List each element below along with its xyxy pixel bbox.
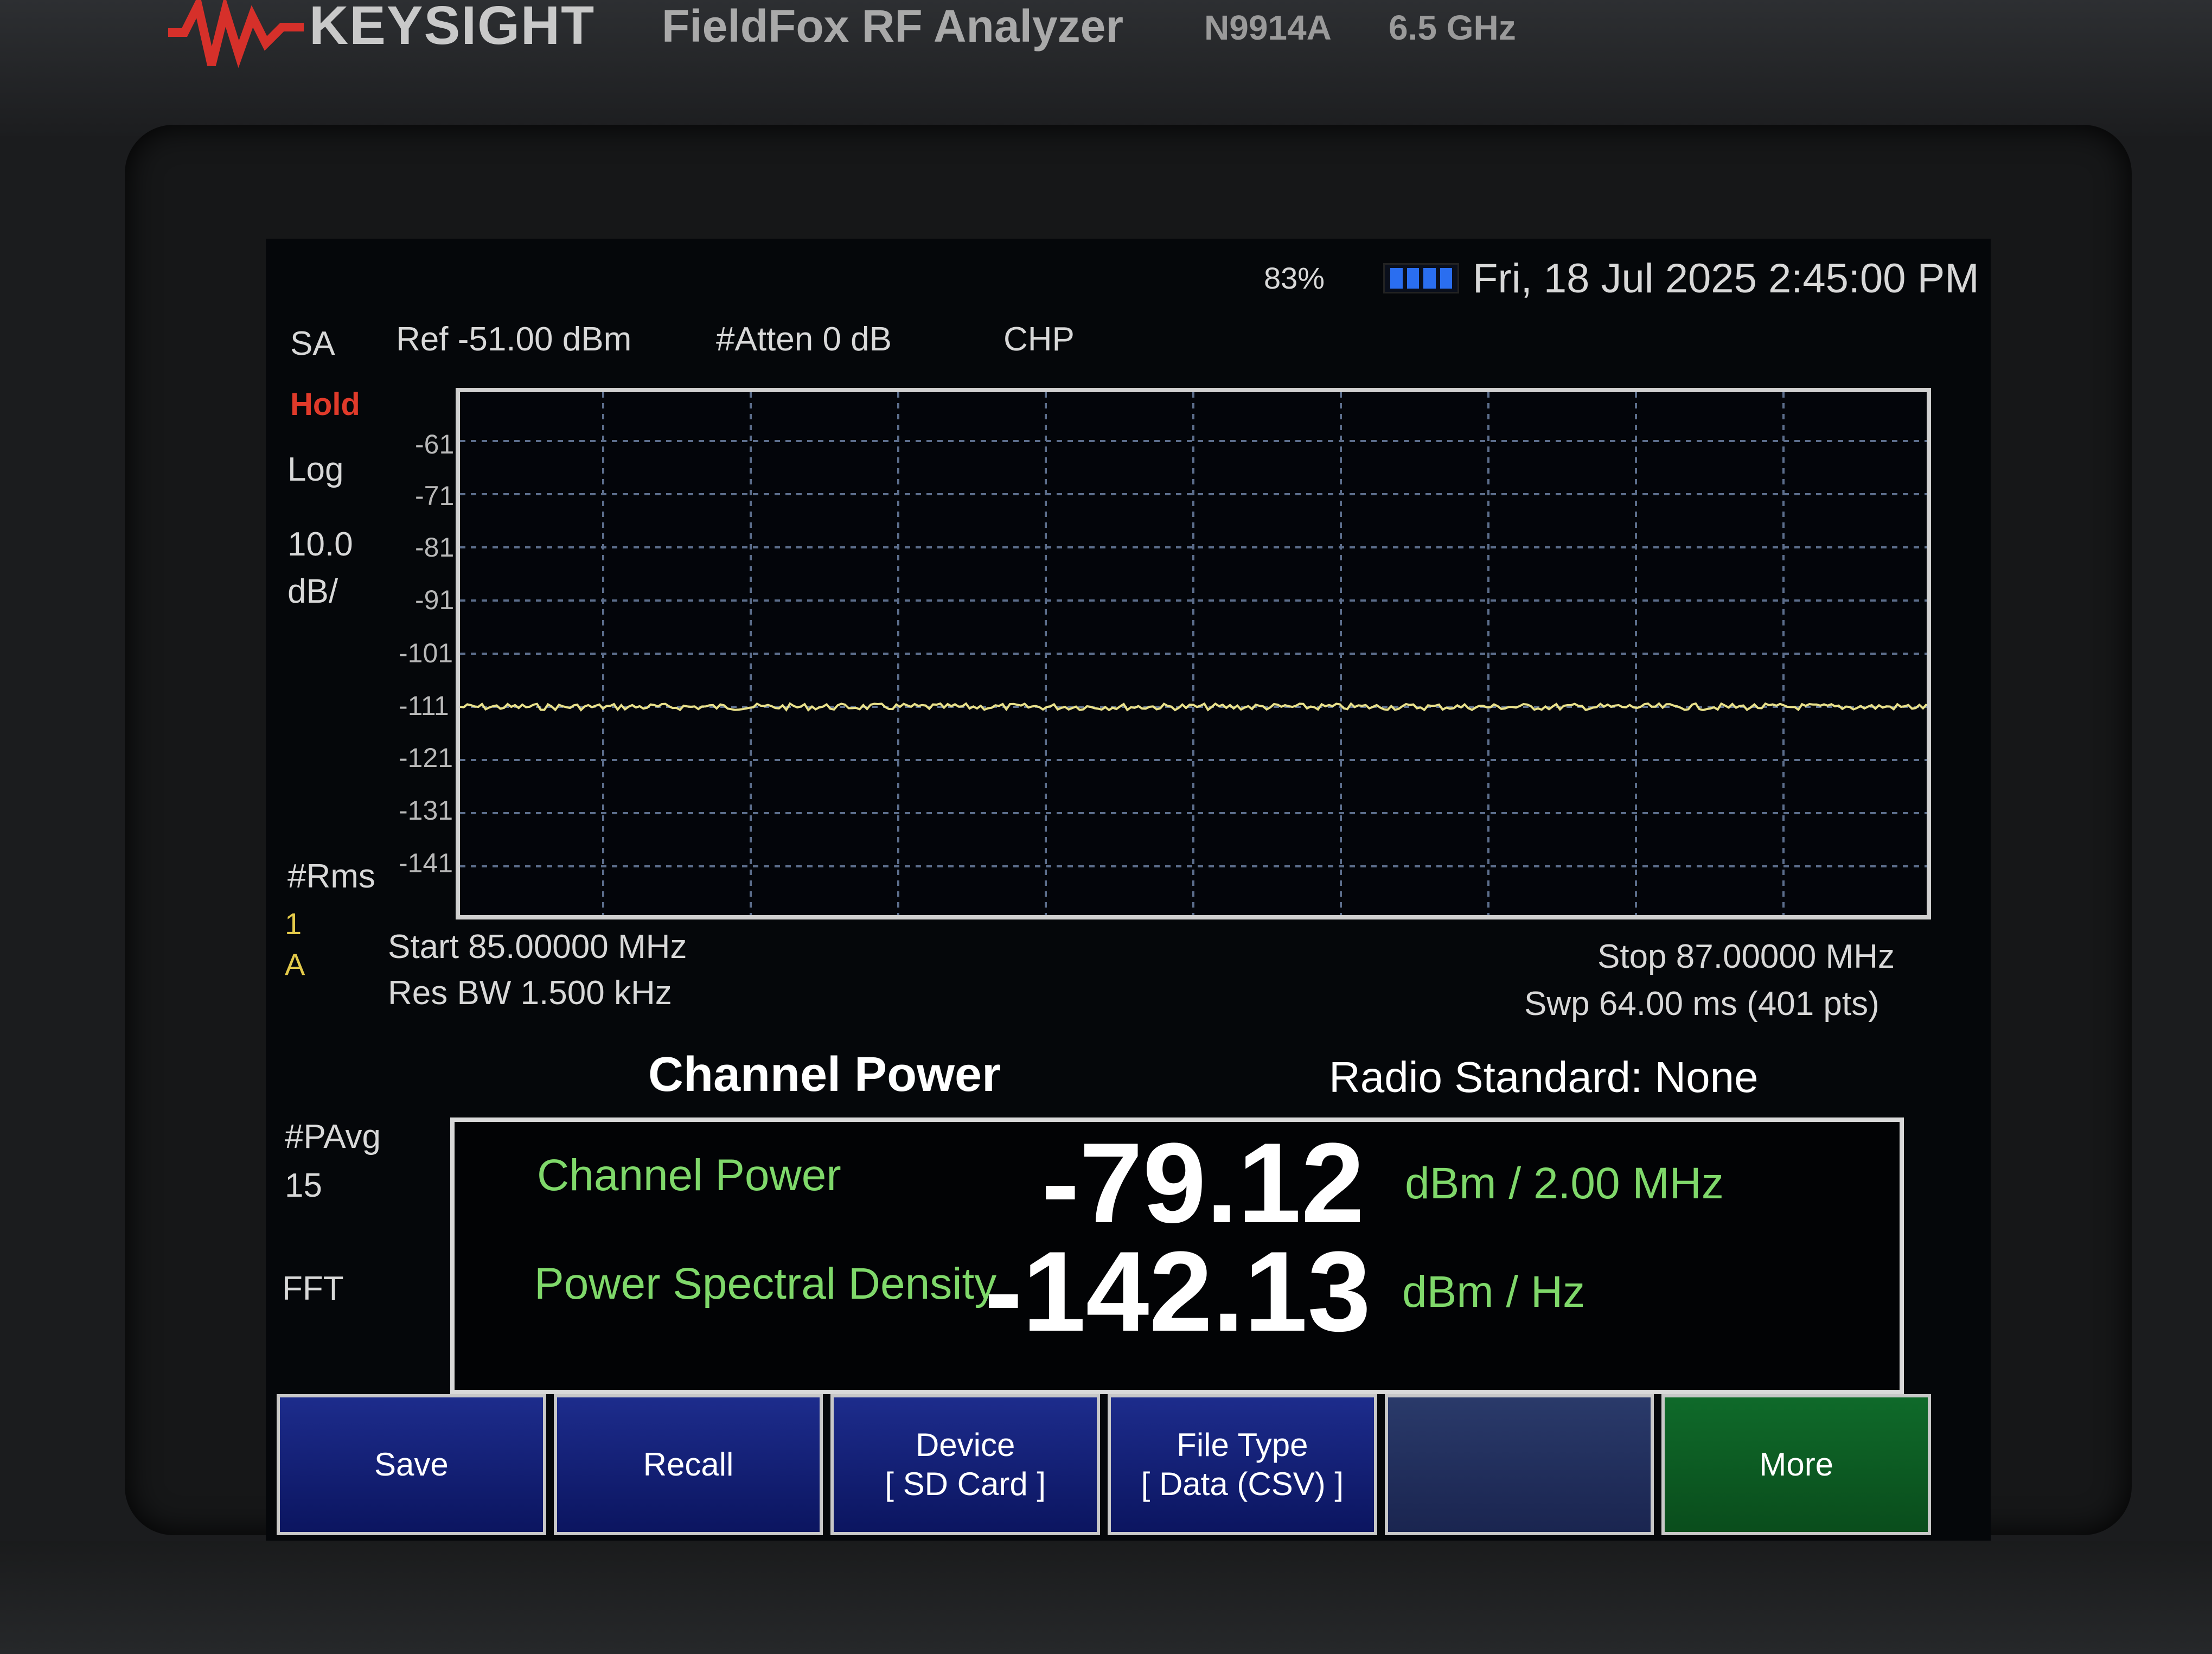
hold-indicator: Hold xyxy=(290,387,360,422)
y-tick-label: -131 xyxy=(399,795,453,826)
stop-frequency: Stop 87.00000 MHz xyxy=(1597,938,1895,975)
date-time: Fri, 18 Jul 2025 2:45:00 PM xyxy=(1473,256,1979,302)
attenuation: #Atten 0 dB xyxy=(716,321,892,358)
spectrum-graticule xyxy=(456,388,1931,919)
y-tick-label: -71 xyxy=(415,481,455,511)
channel-power-unit: dBm / 2.00 MHz xyxy=(1405,1159,1724,1208)
keysight-logo-icon xyxy=(168,0,304,68)
file-type-button-label: File Type xyxy=(1177,1427,1308,1463)
resolution-bandwidth: Res BW 1.500 kHz xyxy=(388,974,672,1012)
file-type-button[interactable]: File Type [ Data (CSV) ] xyxy=(1108,1394,1377,1535)
trace-number: 1 xyxy=(285,906,302,941)
results-title: Channel Power xyxy=(648,1048,1001,1102)
battery-percent: 83% xyxy=(1264,261,1325,295)
measurement-type: CHP xyxy=(1003,321,1075,358)
reference-level: Ref -51.00 dBm xyxy=(396,321,632,358)
recall-button[interactable]: Recall xyxy=(553,1394,823,1535)
radio-standard: Radio Standard: None xyxy=(1329,1053,1759,1101)
more-button-label: More xyxy=(1759,1446,1834,1483)
y-tick-label: -111 xyxy=(399,691,449,721)
trace-mode: A xyxy=(285,947,305,981)
y-tick-label: -61 xyxy=(415,429,455,459)
power-average-count: 15 xyxy=(285,1167,322,1204)
blank-softkey[interactable] xyxy=(1384,1394,1654,1535)
frequency-rating: 6.5 GHz xyxy=(1389,8,1516,47)
device-button[interactable]: Device [ SD Card ] xyxy=(830,1394,1101,1535)
device-top-bezel: KEYSIGHT FieldFox RF Analyzer N9914A 6.5… xyxy=(0,0,2212,136)
channel-power-label: Channel Power xyxy=(537,1151,841,1200)
file-type-button-value: [ Data (CSV) ] xyxy=(1141,1466,1344,1502)
battery-icon xyxy=(1383,263,1459,293)
start-frequency: Start 85.00000 MHz xyxy=(388,928,687,966)
y-tick-label: -141 xyxy=(399,848,453,878)
save-button[interactable]: Save xyxy=(277,1394,546,1535)
model-number: N9914A xyxy=(1204,8,1332,47)
scale-type: Log xyxy=(287,451,344,488)
recall-button-label: Recall xyxy=(643,1446,734,1483)
fft-label: FFT xyxy=(282,1270,344,1307)
y-tick-label: -81 xyxy=(415,532,455,563)
softkey-bar: Save Recall Device [ SD Card ] File Type… xyxy=(277,1394,1932,1535)
y-tick-label: -121 xyxy=(399,743,453,773)
sweep-time: Swp 64.00 ms (401 pts) xyxy=(1524,985,1879,1023)
scale-unit: dB/ xyxy=(287,573,338,610)
psd-value: -142.13 xyxy=(984,1228,1371,1355)
more-button[interactable]: More xyxy=(1661,1394,1932,1535)
y-tick-label: -101 xyxy=(399,638,453,668)
y-tick-label: -91 xyxy=(415,585,455,615)
scale-value: 10.0 xyxy=(287,526,353,563)
psd-label: Power Spectral Density xyxy=(534,1259,997,1308)
device-button-value: [ SD Card ] xyxy=(885,1466,1046,1502)
spectrum-plot xyxy=(456,388,1931,919)
brand-name: KEYSIGHT xyxy=(309,0,596,56)
product-name: FieldFox RF Analyzer xyxy=(662,1,1124,52)
device-bottom-bezel xyxy=(0,1541,2212,1654)
power-average-label: #PAvg xyxy=(285,1118,381,1155)
psd-unit: dBm / Hz xyxy=(1402,1267,1586,1317)
save-button-label: Save xyxy=(374,1446,449,1483)
device-button-label: Device xyxy=(915,1427,1015,1463)
mode-label: SA xyxy=(290,325,335,362)
detector-type: #Rms xyxy=(287,858,375,895)
